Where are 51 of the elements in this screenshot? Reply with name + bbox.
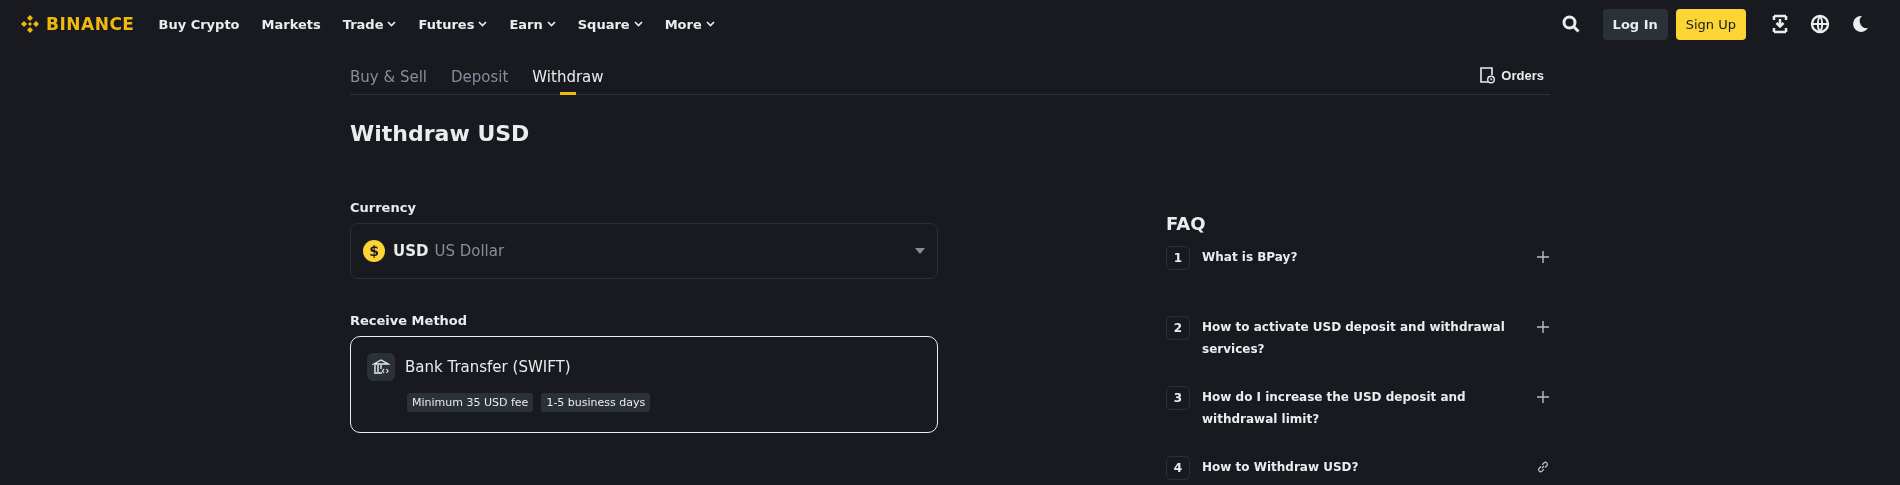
info-tag: 1-5 business days xyxy=(541,393,651,412)
tab[interactable]: Withdraw xyxy=(532,68,604,94)
plus-icon[interactable] xyxy=(1536,250,1550,264)
number-badge: 3 xyxy=(1166,386,1190,410)
link-icon[interactable] xyxy=(1536,460,1550,474)
dollar-coin-icon: $ xyxy=(363,240,385,262)
moon-icon[interactable] xyxy=(1850,14,1870,34)
faq-question[interactable]: How to Withdraw USD? xyxy=(1202,456,1524,478)
faq-question[interactable]: How do I increase the USD deposit and withdrawal limit? xyxy=(1202,386,1524,430)
search-icon[interactable] xyxy=(1560,14,1581,34)
bank-icon xyxy=(367,353,395,381)
document-clock-icon xyxy=(1479,66,1496,84)
download-icon[interactable] xyxy=(1770,14,1790,34)
faq-title: FAQ xyxy=(1166,213,1207,234)
plus-icon[interactable] xyxy=(1536,390,1550,404)
method-card[interactable]: Bank Transfer (SWIFT) Minimum 35 USD fee 1-5 business days xyxy=(350,336,938,433)
nav-link[interactable]: More xyxy=(664,16,715,32)
globe-icon[interactable] xyxy=(1810,14,1830,34)
currency-name: US Dollar xyxy=(434,242,505,260)
nav-link[interactable]: Buy Crypto xyxy=(158,16,240,32)
currency-code: USD xyxy=(393,242,429,260)
field-label: Currency xyxy=(350,200,417,215)
method-name: Bank Transfer (SWIFT) xyxy=(405,358,571,376)
chevron-down-icon xyxy=(387,21,397,27)
orders-link[interactable]: Orders xyxy=(1473,65,1550,94)
chevron-down-icon xyxy=(705,21,715,27)
page-title: Withdraw USD xyxy=(350,121,531,146)
tab[interactable]: Deposit xyxy=(451,68,509,94)
chevron-down-icon xyxy=(546,21,556,27)
signup-button[interactable]: Sign Up xyxy=(1675,8,1746,40)
faq-question[interactable]: How to activate USD deposit and withdrawal services? xyxy=(1202,316,1524,360)
chevron-down-icon xyxy=(633,21,643,27)
nav-link[interactable]: Trade xyxy=(342,16,397,32)
info-tag: Minimum 35 USD fee xyxy=(407,393,534,412)
chevron-down-icon xyxy=(478,21,488,27)
nav-link[interactable]: Earn xyxy=(509,16,556,32)
faq-question[interactable]: What is BPay? xyxy=(1202,246,1524,268)
dropdown-arrow-icon xyxy=(915,248,925,254)
brand-name[interactable]: BINANCE xyxy=(46,14,135,34)
field-label: Receive Method xyxy=(350,313,469,328)
number-badge: 2 xyxy=(1166,316,1190,340)
login-button[interactable]: Log In xyxy=(1602,8,1668,40)
nav-link[interactable]: Square xyxy=(577,16,643,32)
plus-icon[interactable] xyxy=(1536,320,1550,334)
nav-link[interactable]: Markets xyxy=(261,16,321,32)
tab[interactable]: Buy & Sell xyxy=(350,68,427,94)
currency-select[interactable]: $ USD US Dollar xyxy=(350,223,938,279)
number-badge: 1 xyxy=(1166,246,1190,270)
number-badge: 4 xyxy=(1166,456,1190,480)
nav-link[interactable]: Futures xyxy=(418,16,488,32)
logo-icon[interactable] xyxy=(20,14,40,34)
